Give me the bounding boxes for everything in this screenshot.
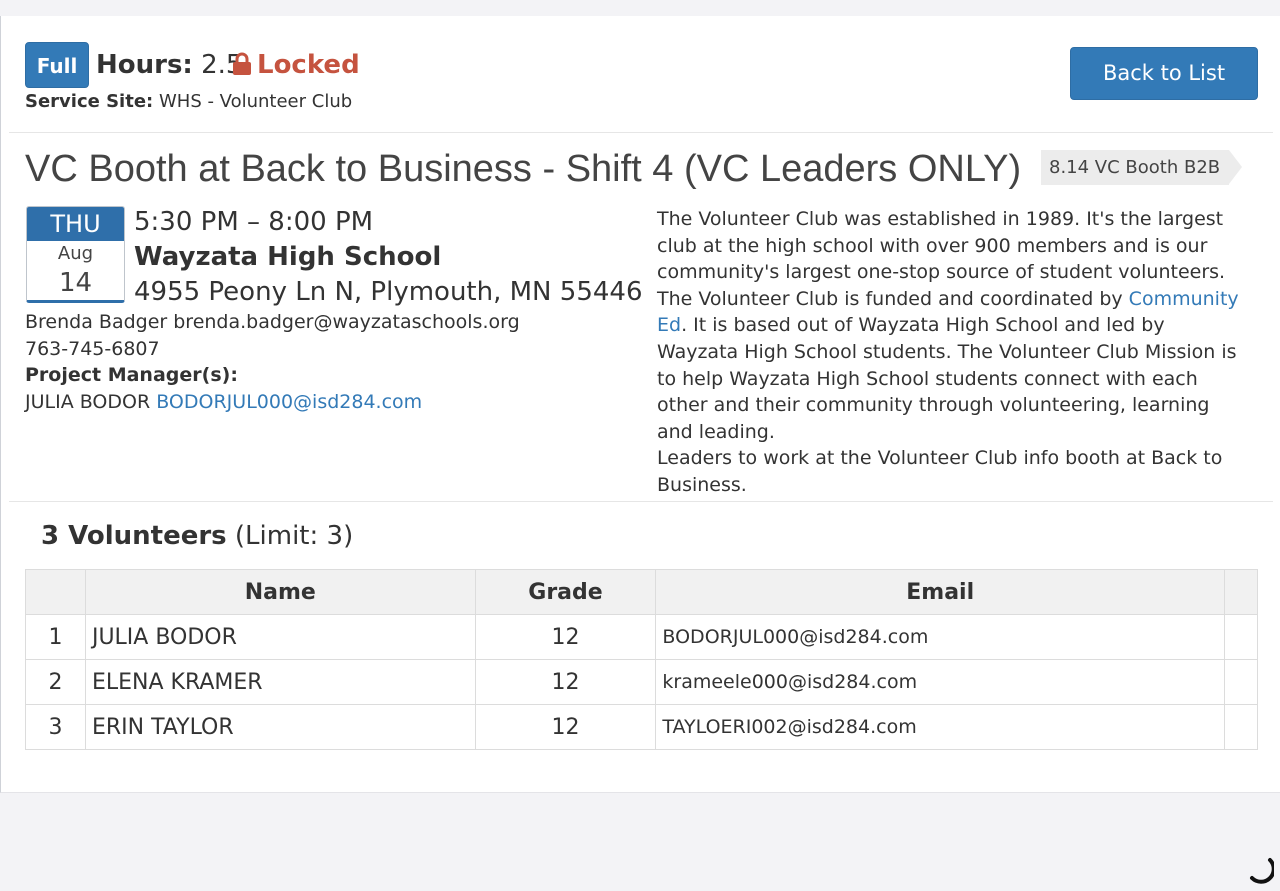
tag-arrow: [1229, 150, 1242, 184]
service-site: Service Site: WHS - Volunteer Club: [25, 90, 352, 114]
volunteer-name: ERIN TAYLOR: [84, 704, 476, 750]
spinner-icon: [1250, 858, 1274, 884]
location-address: 4955 Peony Ln N, Plymouth, MN 55446: [134, 277, 643, 307]
volunteer-name: JULIA BODOR: [84, 614, 476, 660]
date-calendar: THU Aug 14: [26, 206, 125, 303]
table-row: 2 ELENA KRAMER 12 krameele000@isd284.com: [25, 659, 1258, 705]
status-badge: Full: [25, 42, 89, 88]
row-extra: [1224, 614, 1258, 660]
description-note: Leaders to work at the Volunteer Club in…: [657, 447, 1223, 496]
lock-icon: [233, 52, 251, 75]
volunteer-grade: 12: [474, 659, 657, 705]
column-header-grade[interactable]: Grade: [474, 569, 657, 615]
location-name: Wayzata High School: [134, 242, 442, 272]
row-number: 1: [25, 614, 86, 660]
divider: [9, 132, 1273, 133]
contact-phone: 763-745-6807: [25, 337, 160, 360]
event-title: VC Booth at Back to Business - Shift 4 (…: [25, 148, 1022, 190]
volunteer-email: TAYLOERI002@isd284.com: [655, 704, 1225, 750]
hours-info: Hours: 2.5: [96, 47, 242, 83]
table-header-row: Name Grade Email: [25, 569, 1258, 615]
row-extra: [1224, 704, 1258, 750]
contact-name-email: Brenda Badger brenda.badger@wayzataschoo…: [25, 311, 520, 333]
volunteer-grade: 12: [474, 614, 657, 660]
service-site-label: Service Site:: [25, 91, 154, 112]
event-time: 5:30 PM – 8:00 PM: [134, 207, 374, 237]
column-header-extra: [1224, 569, 1258, 615]
top-bar: [0, 0, 1280, 17]
contact-info: Brenda Badger brenda.badger@wayzataschoo…: [25, 309, 520, 415]
description-text-cont: . It is based out of Wayzata High School…: [657, 314, 1237, 443]
volunteer-grade: 12: [474, 704, 657, 750]
divider: [9, 501, 1273, 502]
project-manager: JULIA BODOR BODORJUL000@isd284.com: [25, 389, 520, 416]
volunteer-count: 3 Volunteers: [41, 521, 227, 551]
column-header-email[interactable]: Email: [655, 569, 1225, 615]
project-manager-label: Project Manager(s):: [25, 364, 238, 386]
event-tag[interactable]: 8.14 VC Booth B2B: [1041, 150, 1229, 185]
calendar-day: 14: [58, 268, 93, 298]
calendar-month: Aug: [57, 243, 94, 264]
table-row: 3 ERIN TAYLOR 12 TAYLOERI002@isd284.com: [25, 704, 1258, 750]
project-manager-email-link[interactable]: BODORJUL000@isd284.com: [156, 391, 422, 413]
column-header-number: [25, 569, 86, 615]
table-row: 1 JULIA BODOR 12 BODORJUL000@isd284.com: [25, 614, 1258, 660]
service-site-value: WHS - Volunteer Club: [158, 91, 353, 112]
volunteer-limit: (Limit: 3): [234, 521, 354, 551]
row-number: 2: [25, 659, 86, 705]
volunteer-email: BODORJUL000@isd284.com: [655, 614, 1225, 660]
volunteers-heading: 3 Volunteers (Limit: 3): [41, 518, 353, 554]
volunteer-name: ELENA KRAMER: [84, 659, 476, 705]
locked-status: Locked: [232, 47, 360, 83]
calendar-weekday: THU: [27, 207, 124, 241]
locked-label: Locked: [257, 50, 360, 80]
project-manager-name: JULIA BODOR: [25, 390, 151, 413]
back-to-list-button[interactable]: Back to List: [1070, 47, 1258, 100]
event-description: The Volunteer Club was established in 19…: [657, 206, 1247, 499]
opportunity-panel: Full Hours: 2.5 Locked Service Site: WHS…: [0, 16, 1280, 793]
volunteers-table: Name Grade Email 1 JULIA BODOR 12 BODORJ…: [25, 569, 1258, 750]
row-extra: [1224, 659, 1258, 705]
row-number: 3: [25, 704, 86, 750]
column-header-name[interactable]: Name: [84, 569, 476, 615]
hours-label: Hours:: [96, 50, 193, 80]
volunteer-email: krameele000@isd284.com: [655, 659, 1225, 705]
